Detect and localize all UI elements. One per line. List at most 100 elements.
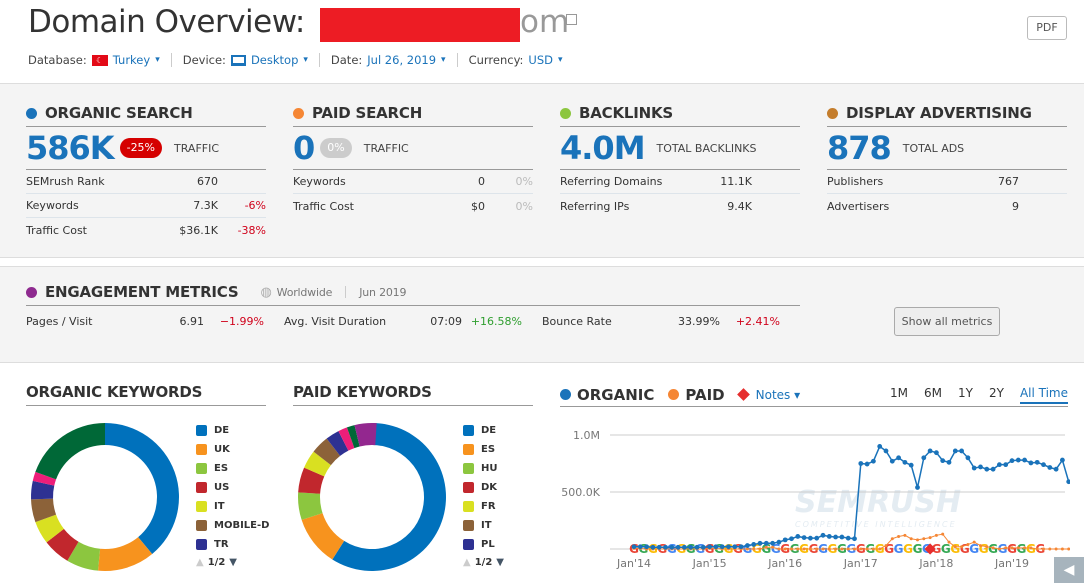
metric-value[interactable]: 11.1K	[682, 175, 752, 188]
feedback-megaphone-icon[interactable]: ◀	[1054, 557, 1084, 583]
data-point-organic[interactable]	[694, 544, 700, 550]
data-point-paid[interactable]	[815, 547, 819, 551]
legend-item[interactable]: IT	[463, 516, 504, 535]
data-point-organic[interactable]	[713, 544, 719, 550]
data-point-organic[interactable]	[852, 536, 857, 542]
data-point-paid[interactable]	[928, 536, 932, 540]
legend-item[interactable]: DK	[463, 478, 504, 497]
legend-item[interactable]: IT	[196, 497, 269, 516]
data-point-organic[interactable]	[990, 466, 996, 472]
data-point-paid[interactable]	[871, 547, 875, 551]
data-point-organic[interactable]	[675, 544, 681, 550]
legend-item[interactable]: ES	[463, 440, 504, 459]
data-point-organic[interactable]	[902, 459, 908, 465]
legend-item[interactable]: DE	[196, 421, 269, 440]
google-update-icon[interactable]: G	[903, 542, 913, 556]
data-point-organic[interactable]	[889, 458, 895, 464]
data-point-organic[interactable]	[997, 462, 1002, 468]
data-point-organic[interactable]	[763, 540, 769, 546]
device-filter[interactable]: Device: Desktop ▾	[183, 53, 320, 67]
data-point-paid[interactable]	[1016, 546, 1020, 550]
data-point-organic[interactable]	[877, 444, 883, 449]
metric-value[interactable]: 670	[148, 175, 218, 188]
data-point-paid[interactable]	[960, 545, 964, 549]
legend-organic[interactable]: ORGANIC	[577, 386, 654, 404]
range-tab[interactable]: 2Y	[989, 386, 1004, 404]
data-point-paid[interactable]	[1067, 547, 1070, 551]
data-point-organic[interactable]	[1009, 458, 1015, 464]
range-tab[interactable]: 6M	[924, 386, 942, 404]
data-point-paid[interactable]	[790, 547, 793, 551]
data-point-organic[interactable]	[1041, 462, 1046, 468]
card-main-value[interactable]: 4.0M	[560, 129, 646, 167]
data-point-organic[interactable]	[1060, 457, 1065, 463]
pager-down-icon[interactable]: ▼	[496, 557, 504, 568]
data-point-organic[interactable]	[915, 485, 920, 490]
google-update-icon[interactable]: G	[979, 542, 989, 556]
data-point-paid[interactable]	[941, 532, 945, 536]
data-point-organic[interactable]	[946, 459, 952, 465]
data-point-paid[interactable]	[777, 547, 781, 551]
data-point-organic[interactable]	[965, 455, 971, 461]
data-point-organic[interactable]	[795, 534, 801, 539]
data-point-organic[interactable]	[959, 448, 964, 454]
data-point-organic[interactable]	[719, 544, 725, 550]
range-tab[interactable]: 1M	[890, 386, 908, 404]
data-point-organic[interactable]	[940, 458, 946, 464]
metric-value[interactable]: 0	[415, 175, 485, 188]
data-point-organic[interactable]	[1034, 459, 1040, 465]
data-point-organic[interactable]	[808, 535, 813, 541]
data-point-organic[interactable]	[682, 544, 687, 550]
data-point-organic[interactable]	[700, 544, 706, 550]
data-point-organic[interactable]	[631, 544, 637, 550]
metric-value[interactable]: 9.4K	[682, 200, 752, 213]
data-point-paid[interactable]	[916, 538, 919, 542]
data-point-paid[interactable]	[1029, 546, 1033, 550]
data-point-paid[interactable]	[865, 547, 869, 551]
data-point-paid[interactable]	[827, 547, 831, 551]
data-point-paid[interactable]	[1035, 547, 1039, 551]
range-tab[interactable]: 1Y	[958, 386, 973, 404]
data-point-paid[interactable]	[890, 537, 894, 541]
data-point-paid[interactable]	[1042, 547, 1045, 551]
show-all-metrics-button[interactable]: Show all metrics	[894, 307, 1000, 336]
data-point-paid[interactable]	[934, 533, 938, 537]
data-point-organic[interactable]	[1047, 465, 1053, 470]
data-point-paid[interactable]	[840, 547, 844, 551]
data-point-organic[interactable]	[871, 458, 876, 464]
data-point-paid[interactable]	[1010, 546, 1014, 550]
card-main-value[interactable]: 586K	[26, 129, 115, 167]
data-point-organic[interactable]	[789, 536, 794, 542]
data-point-organic[interactable]	[782, 537, 788, 543]
data-point-organic[interactable]	[663, 544, 668, 550]
data-point-paid[interactable]	[802, 547, 806, 551]
legend-item[interactable]: FR	[463, 497, 504, 516]
legend-item[interactable]: TR	[196, 535, 269, 554]
data-point-organic[interactable]	[650, 544, 656, 550]
date-filter[interactable]: Date: Jul 26, 2019 ▾	[331, 53, 458, 67]
data-point-paid[interactable]	[953, 545, 957, 549]
data-point-organic[interactable]	[896, 455, 901, 461]
data-point-paid[interactable]	[991, 546, 995, 550]
data-point-paid[interactable]	[1004, 546, 1008, 550]
legend-item[interactable]: DE	[463, 421, 504, 440]
donut-slice-de[interactable]	[105, 423, 180, 555]
data-point-paid[interactable]	[808, 547, 812, 551]
card-main-value[interactable]: 878	[827, 129, 892, 167]
data-point-organic[interactable]	[1066, 479, 1070, 485]
data-point-paid[interactable]	[846, 547, 850, 551]
data-point-organic[interactable]	[738, 544, 744, 550]
data-point-paid[interactable]	[796, 547, 800, 551]
data-point-paid[interactable]	[903, 533, 907, 537]
donut-slice-other[interactable]	[35, 423, 105, 480]
data-point-organic[interactable]	[751, 542, 757, 547]
data-point-organic[interactable]	[644, 544, 649, 550]
legend-item[interactable]: PL	[463, 535, 504, 554]
data-point-organic[interactable]	[908, 462, 914, 468]
metric-value[interactable]: 7.3K	[148, 199, 218, 212]
data-point-organic[interactable]	[845, 535, 851, 541]
data-point-paid[interactable]	[997, 547, 1001, 551]
legend-item[interactable]: MOBILE-D	[196, 516, 269, 535]
data-point-paid[interactable]	[764, 545, 768, 549]
data-point-organic[interactable]	[1028, 460, 1034, 466]
